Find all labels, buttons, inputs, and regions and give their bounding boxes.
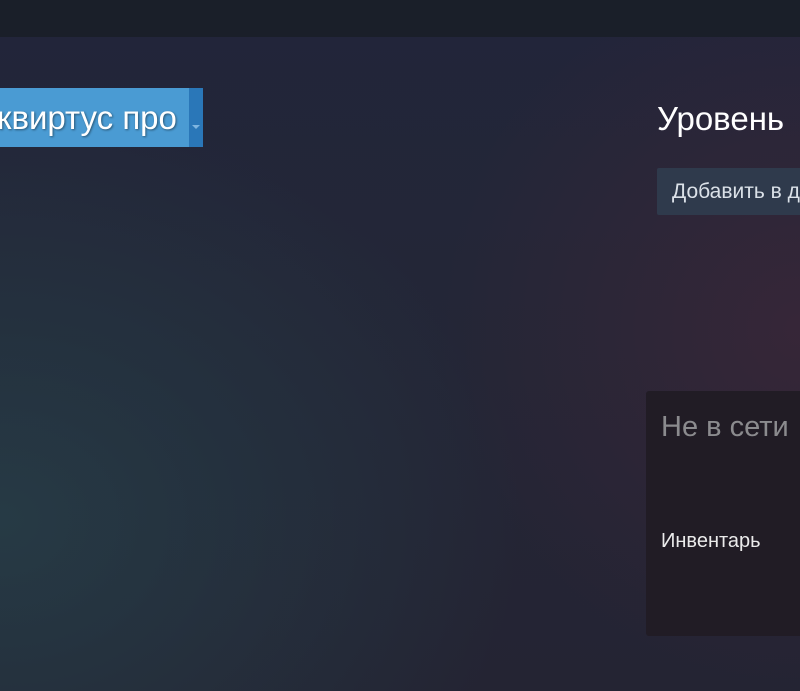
inventory-link[interactable]: Инвентарь (661, 530, 761, 553)
add-friend-label: Добавить в друзья (672, 179, 800, 203)
status-panel: Не в сети Инвентарь (646, 391, 800, 636)
add-friend-button[interactable]: Добавить в друзья (657, 168, 800, 215)
top-navigation-bar (0, 0, 800, 37)
profile-name-box: квиртус про (0, 88, 189, 147)
profile-level-label: Уровень (657, 100, 785, 137)
profile-name-tag[interactable]: квиртус про (0, 88, 203, 147)
profile-name: квиртус про (0, 99, 177, 136)
chevron-down-icon (191, 125, 200, 129)
name-dropdown-button[interactable] (188, 88, 203, 147)
online-status: Не в сети (661, 411, 789, 443)
